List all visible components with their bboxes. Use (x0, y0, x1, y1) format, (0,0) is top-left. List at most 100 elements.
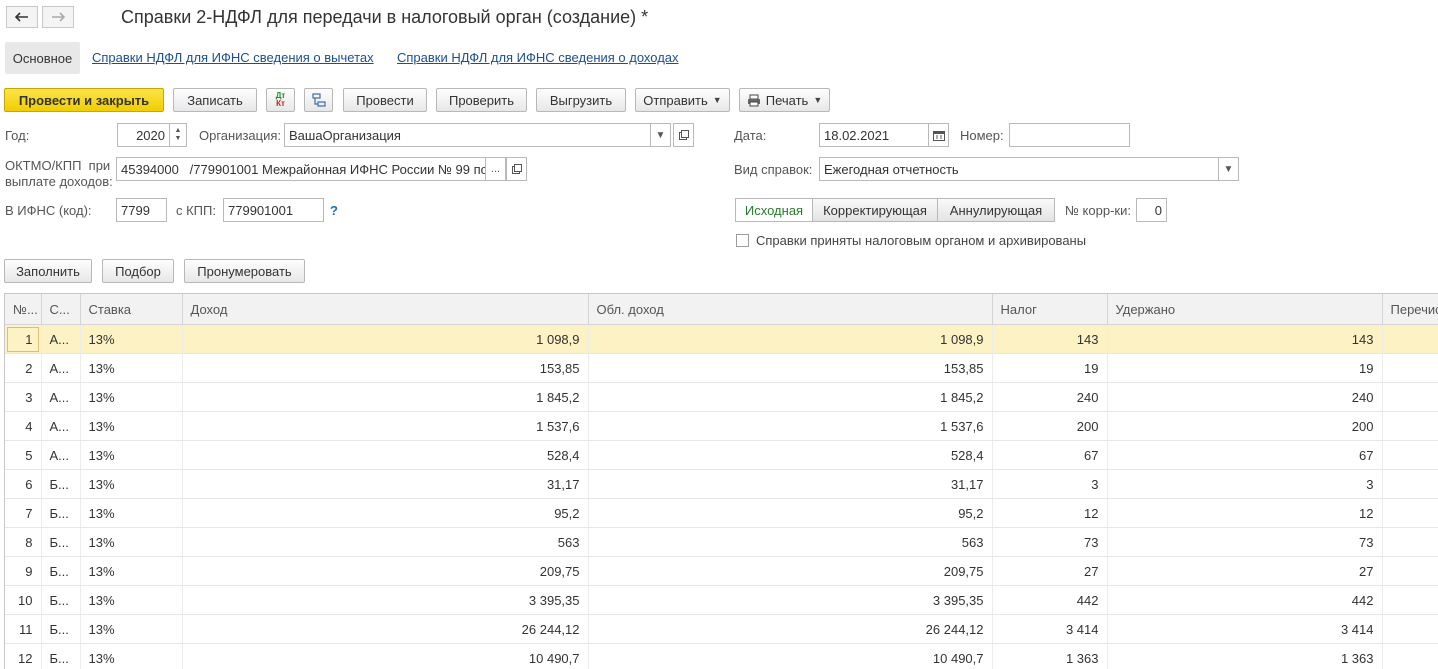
table-cell[interactable]: Б... (41, 644, 80, 669)
table-cell[interactable]: 19 (992, 354, 1107, 383)
oktmo-input[interactable]: 45394000 /779901001 Межрайонная ИФНС Рос… (116, 157, 486, 181)
table-cell[interactable]: 73 (992, 528, 1107, 557)
table-cell[interactable]: 1 (5, 325, 41, 354)
table-cell[interactable]: 200 (1107, 412, 1382, 441)
table-row[interactable]: 12Б...13%10 490,710 490,71 3631 363 (5, 644, 1438, 669)
structure-button[interactable] (304, 88, 333, 112)
table-cell[interactable]: 13% (80, 441, 182, 470)
table-cell[interactable] (1382, 412, 1438, 441)
table-cell[interactable]: 3 (5, 383, 41, 412)
segment-corrective[interactable]: Корректирующая (812, 198, 938, 222)
table-cell[interactable]: 12 (1107, 499, 1382, 528)
table-cell[interactable]: 240 (992, 383, 1107, 412)
table-row[interactable]: 2А...13%153,85153,851919 (5, 354, 1438, 383)
table-cell[interactable]: 13% (80, 499, 182, 528)
link-income[interactable]: Справки НДФЛ для ИФНС сведения о доходах (397, 50, 679, 65)
table-cell[interactable]: 4 (5, 412, 41, 441)
type-dropdown-button[interactable]: ▼ (1218, 157, 1239, 181)
table-cell[interactable] (1382, 557, 1438, 586)
table-cell[interactable]: 73 (1107, 528, 1382, 557)
table-cell[interactable]: А... (41, 441, 80, 470)
number-input[interactable] (1009, 123, 1130, 147)
table-cell[interactable]: А... (41, 383, 80, 412)
table-row[interactable]: 1А...13%1 098,91 098,9143143 (5, 325, 1438, 354)
link-deductions[interactable]: Справки НДФЛ для ИФНС сведения о вычетах (92, 50, 374, 65)
table-row[interactable]: 5А...13%528,4528,46767 (5, 441, 1438, 470)
back-button[interactable] (6, 6, 38, 28)
fill-button[interactable]: Заполнить (4, 259, 92, 283)
table-cell[interactable]: 3 414 (992, 615, 1107, 644)
table-cell[interactable]: 143 (1107, 325, 1382, 354)
table-row[interactable]: 7Б...13%95,295,21212 (5, 499, 1438, 528)
send-button[interactable]: Отправить▼ (635, 88, 730, 112)
table-cell[interactable]: 2 (5, 354, 41, 383)
table-cell[interactable]: 67 (1107, 441, 1382, 470)
table-cell[interactable]: 13% (80, 412, 182, 441)
table-cell[interactable]: 1 363 (1107, 644, 1382, 669)
column-header[interactable]: Перечис (1382, 294, 1438, 325)
archived-checkbox[interactable] (736, 234, 749, 247)
renumber-button[interactable]: Пронумеровать (184, 259, 305, 283)
tab-main[interactable]: Основное (5, 42, 80, 74)
table-cell[interactable]: Б... (41, 499, 80, 528)
table-cell[interactable] (1382, 441, 1438, 470)
table-cell[interactable]: 19 (1107, 354, 1382, 383)
table-cell[interactable]: 95,2 (588, 499, 992, 528)
table-row[interactable]: 6Б...13%31,1731,1733 (5, 470, 1438, 499)
column-header[interactable]: Обл. доход (588, 294, 992, 325)
table-cell[interactable]: Б... (41, 528, 80, 557)
post-and-close-button[interactable]: Провести и закрыть (4, 88, 164, 112)
table-cell[interactable]: 13% (80, 644, 182, 669)
year-input[interactable]: 2020 (117, 123, 170, 147)
table-cell[interactable] (1382, 528, 1438, 557)
table-cell[interactable]: 1 537,6 (182, 412, 588, 441)
table-row[interactable]: 4А...13%1 537,61 537,6200200 (5, 412, 1438, 441)
table-cell[interactable]: 27 (992, 557, 1107, 586)
oktmo-select-button[interactable]: ... (485, 157, 506, 181)
table-cell[interactable]: 13% (80, 528, 182, 557)
org-dropdown-button[interactable]: ▼ (650, 123, 671, 147)
table-cell[interactable]: 10 (5, 586, 41, 615)
table-row[interactable]: 9Б...13%209,75209,752727 (5, 557, 1438, 586)
table-cell[interactable]: 6 (5, 470, 41, 499)
table-cell[interactable]: 1 537,6 (588, 412, 992, 441)
column-header[interactable]: №... (5, 294, 41, 325)
export-button[interactable]: Выгрузить (536, 88, 626, 112)
table-cell[interactable]: 528,4 (588, 441, 992, 470)
table-cell[interactable] (1382, 383, 1438, 412)
segment-cancelling[interactable]: Аннулирующая (937, 198, 1055, 222)
dt-kt-button[interactable]: Дт Кт (266, 88, 295, 112)
table-cell[interactable]: 209,75 (588, 557, 992, 586)
table-cell[interactable]: 13% (80, 615, 182, 644)
table-cell[interactable]: 240 (1107, 383, 1382, 412)
table-cell[interactable]: 7 (5, 499, 41, 528)
table-cell[interactable]: Б... (41, 586, 80, 615)
forward-button[interactable] (42, 6, 74, 28)
table-cell[interactable]: 209,75 (182, 557, 588, 586)
table-row[interactable]: 11Б...13%26 244,1226 244,123 4143 414 (5, 615, 1438, 644)
save-button[interactable]: Записать (173, 88, 257, 112)
column-header[interactable]: С... (41, 294, 80, 325)
table-cell[interactable]: 13% (80, 354, 182, 383)
table-cell[interactable]: 5 (5, 441, 41, 470)
table-cell[interactable]: 13% (80, 470, 182, 499)
year-stepper[interactable]: ▲▼ (169, 123, 187, 147)
table-cell[interactable]: 1 363 (992, 644, 1107, 669)
print-button[interactable]: Печать▼ (739, 88, 830, 112)
table-cell[interactable] (1382, 325, 1438, 354)
table-cell[interactable]: 67 (992, 441, 1107, 470)
table-cell[interactable]: Б... (41, 557, 80, 586)
check-button[interactable]: Проверить (436, 88, 527, 112)
org-input[interactable]: ВашаОрганизация (284, 123, 651, 147)
table-cell[interactable]: 153,85 (182, 354, 588, 383)
table-cell[interactable]: 3 395,35 (182, 586, 588, 615)
table-cell[interactable]: 10 490,7 (182, 644, 588, 669)
table-cell[interactable]: 26 244,12 (588, 615, 992, 644)
oktmo-open-button[interactable] (506, 157, 527, 181)
column-header[interactable]: Налог (992, 294, 1107, 325)
org-open-button[interactable] (673, 123, 694, 147)
table-cell[interactable]: 13% (80, 586, 182, 615)
table-cell[interactable] (1382, 615, 1438, 644)
table-cell[interactable]: 563 (182, 528, 588, 557)
table-cell[interactable]: 442 (992, 586, 1107, 615)
